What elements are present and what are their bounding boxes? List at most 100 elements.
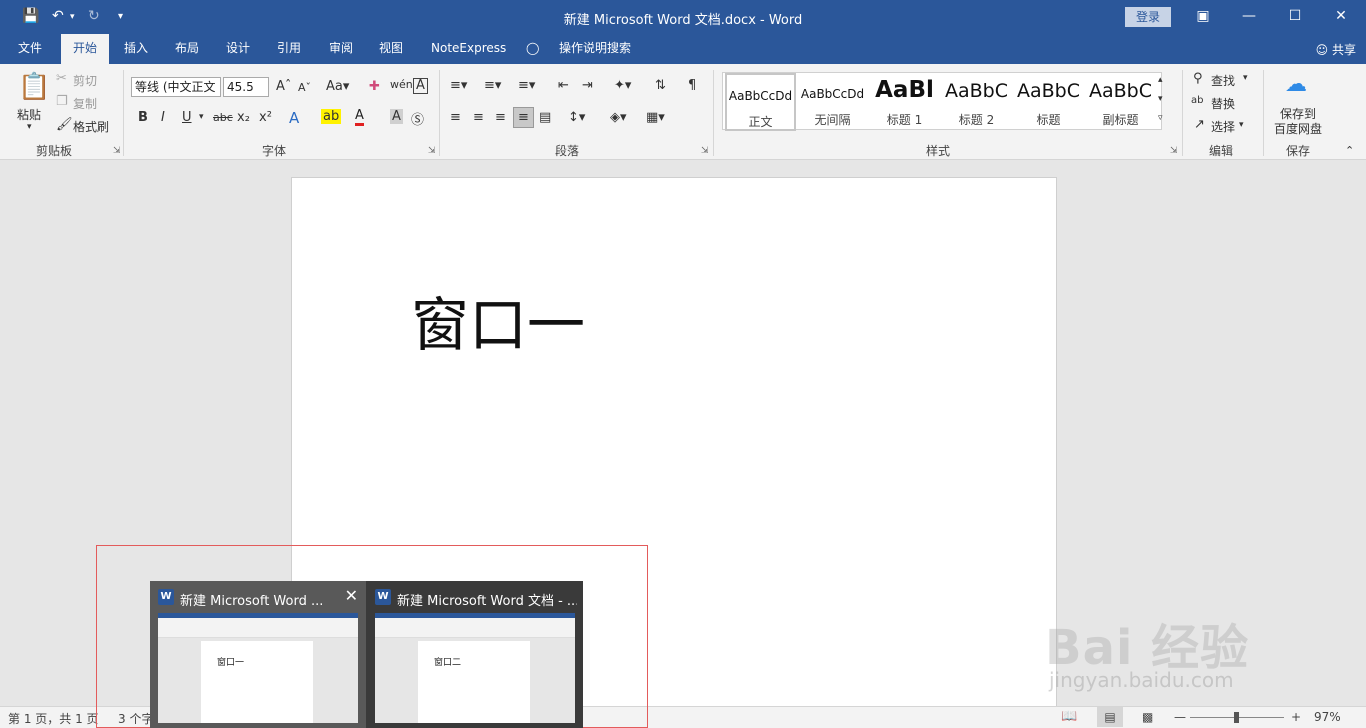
read-mode-icon[interactable]: 📖 [1061, 709, 1077, 724]
select-button[interactable]: 选择 [1211, 118, 1235, 135]
collapse-ribbon-icon[interactable]: ⌃ [1345, 144, 1354, 157]
phonetic-guide-icon[interactable]: wén [390, 78, 413, 91]
strikethrough-icon[interactable]: abc [213, 111, 233, 124]
login-button[interactable]: 登录 [1125, 7, 1171, 27]
enclose-character-icon[interactable]: Ⓢ [411, 109, 424, 128]
style-heading-1[interactable]: AaBl 标题 1 [869, 73, 940, 131]
styles-gallery: AaBbCcDd 正文 AaBbCcDd 无间隔 AaBl 标题 1 AaBbC… [722, 72, 1163, 131]
style-title[interactable]: AaBbC 标题 [1013, 73, 1084, 131]
paragraph-launcher-icon[interactable]: ⇲ [701, 146, 709, 156]
clear-format-icon[interactable]: ✚ [369, 79, 380, 94]
tab-home[interactable]: 开始 [61, 34, 110, 64]
multilevel-list-icon[interactable]: ≡▾ [518, 78, 535, 93]
window-preview-2[interactable]: W 新建 Microsoft Word 文档 - ... 窗口二 [367, 581, 583, 728]
tab-review[interactable]: 审阅 [317, 34, 365, 64]
tab-view[interactable]: 视图 [367, 34, 415, 64]
grow-font-icon[interactable]: Aˆ [276, 79, 291, 94]
text-effects-icon[interactable]: A [289, 109, 299, 127]
chinese-layout-icon[interactable]: ✦▾ [614, 78, 631, 93]
zoom-slider-thumb[interactable] [1234, 712, 1239, 723]
maximize-icon[interactable]: ☐ [1272, 0, 1318, 34]
styles-scroll-down-icon[interactable]: ▾ [1158, 94, 1163, 104]
group-divider [1263, 70, 1264, 156]
tab-references[interactable]: 引用 [265, 34, 313, 64]
close-icon[interactable]: ✕ [345, 586, 358, 605]
change-case-icon[interactable]: Aa▾ [326, 79, 349, 94]
editing-group-label: 编辑 [1209, 144, 1234, 158]
numbering-icon[interactable]: ≡▾ [484, 78, 501, 93]
superscript-icon[interactable]: x² [259, 110, 272, 125]
tab-insert[interactable]: 插入 [112, 34, 160, 64]
mini-page: 窗口二 [418, 641, 530, 723]
style-no-spacing[interactable]: AaBbCcDd 无间隔 [797, 73, 868, 131]
underline-icon[interactable]: U [182, 110, 192, 125]
align-center-icon[interactable]: ≡ [473, 110, 484, 125]
font-size-select[interactable]: 45.5 [223, 77, 269, 97]
lightbulb-icon[interactable]: ◯ [522, 34, 543, 64]
italic-icon[interactable]: I [161, 110, 165, 125]
styles-more-icon[interactable]: ▿ [1158, 113, 1163, 123]
copy-button[interactable]: 复制 [73, 95, 97, 112]
clipboard-launcher-icon[interactable]: ⇲ [113, 146, 121, 156]
styles-launcher-icon[interactable]: ⇲ [1170, 146, 1178, 156]
style-subtitle[interactable]: AaBbC 副标题 [1085, 73, 1156, 131]
web-layout-icon[interactable]: ▩ [1142, 710, 1153, 724]
minimize-icon[interactable]: — [1226, 0, 1272, 34]
document-text[interactable]: 窗口一 [411, 278, 585, 362]
tab-file[interactable]: 文件 [6, 34, 54, 64]
close-icon[interactable]: ✕ [1318, 0, 1364, 34]
share-button[interactable]: ☺ 共享 [1316, 41, 1356, 58]
bold-icon[interactable]: B [138, 110, 148, 125]
ribbon-display-icon[interactable]: ▣ [1180, 0, 1226, 34]
print-layout-icon[interactable]: ▤ [1097, 707, 1123, 727]
group-divider [439, 70, 440, 156]
share-label: 共享 [1331, 43, 1356, 57]
tab-design[interactable]: 设计 [214, 34, 262, 64]
style-heading-2[interactable]: AaBbC 标题 2 [941, 73, 1012, 131]
justify-icon[interactable]: ≡ [513, 107, 534, 128]
watermark-url: jingyan.baidu.com [1049, 668, 1234, 692]
format-painter-button[interactable]: 格式刷 [73, 118, 109, 135]
cut-button[interactable]: 剪切 [73, 72, 97, 89]
paste-label: 粘贴 [17, 108, 42, 122]
clipboard-icon: 📋 [18, 72, 51, 102]
tab-noteexpress[interactable]: NoteExpress [419, 34, 518, 64]
font-launcher-icon[interactable]: ⇲ [428, 146, 436, 156]
show-marks-icon[interactable]: ¶ [688, 78, 696, 93]
zoom-level[interactable]: 97% [1314, 710, 1341, 724]
find-dropdown-icon[interactable]: ▾ [1243, 73, 1248, 83]
replace-button[interactable]: 替换 [1211, 95, 1235, 112]
tell-me-search[interactable]: 操作说明搜索 [547, 34, 643, 64]
font-color-icon[interactable]: A [355, 109, 364, 126]
subscript-icon[interactable]: x₂ [237, 110, 250, 125]
mini-document-text: 窗口二 [434, 658, 462, 668]
increase-indent-icon[interactable]: ⇥ [582, 78, 593, 93]
styles-scroll-up-icon[interactable]: ▴ [1158, 75, 1163, 85]
window-preview-1[interactable]: W 新建 Microsoft Word ... ✕ 窗口一 [150, 581, 366, 728]
select-dropdown-icon[interactable]: ▾ [1239, 120, 1244, 130]
character-border-icon[interactable]: A [413, 78, 428, 94]
preview-thumbnail: 窗口一 [158, 613, 358, 723]
distributed-icon[interactable]: ▤ [539, 110, 551, 125]
decrease-indent-icon[interactable]: ⇤ [558, 78, 569, 93]
tab-layout[interactable]: 布局 [163, 34, 211, 64]
highlight-icon[interactable]: ab [321, 109, 342, 124]
zoom-in-icon[interactable]: + [1291, 710, 1301, 724]
character-shading-icon[interactable]: A [390, 109, 403, 124]
replace-icon: ab [1191, 95, 1204, 106]
find-button[interactable]: 查找 [1211, 72, 1235, 89]
sort-icon[interactable]: ⇅ [655, 78, 666, 93]
style-normal[interactable]: AaBbCcDd 正文 [725, 73, 796, 131]
line-spacing-icon[interactable]: ↕▾ [568, 110, 585, 125]
shrink-font-icon[interactable]: Aˇ [298, 81, 311, 94]
underline-dropdown-icon[interactable]: ▾ [199, 112, 204, 122]
align-left-icon[interactable]: ≡ [450, 110, 461, 125]
save-group-label: 保存 [1286, 144, 1311, 158]
bullets-icon[interactable]: ≡▾ [450, 78, 467, 93]
font-name-select[interactable]: 等线 (中文正文 [131, 77, 221, 97]
align-right-icon[interactable]: ≡ [495, 110, 506, 125]
shading-icon[interactable]: ◈▾ [610, 110, 627, 125]
zoom-out-icon[interactable]: — [1174, 710, 1186, 724]
borders-icon[interactable]: ▦▾ [646, 110, 665, 125]
page-count[interactable]: 第 1 页，共 1 页 [8, 710, 99, 727]
